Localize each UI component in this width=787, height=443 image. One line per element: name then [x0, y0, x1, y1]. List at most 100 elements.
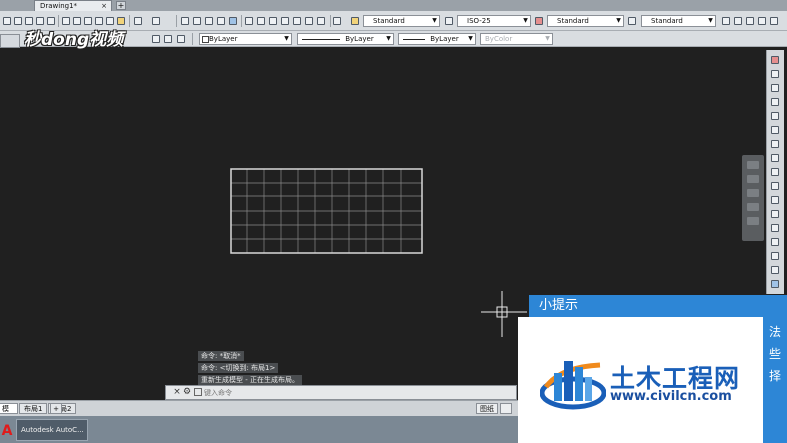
zoom-nav-icon[interactable] — [747, 189, 759, 197]
move-icon[interactable] — [771, 126, 779, 134]
chevron-down-icon: ▼ — [468, 35, 473, 42]
grid-icon[interactable] — [758, 17, 766, 25]
document-tab[interactable]: Drawing1* × — [34, 0, 112, 11]
dim-style-icon[interactable] — [445, 17, 453, 25]
tab-layout1[interactable]: 布局1 — [19, 403, 48, 414]
mirror-icon[interactable] — [771, 84, 779, 92]
dim-style-select[interactable]: ISO-25 ▼ — [457, 15, 531, 27]
layer-state-icon[interactable] — [152, 35, 160, 43]
orbit-nav-icon[interactable] — [747, 203, 759, 211]
offset-icon[interactable] — [771, 98, 779, 106]
open-icon[interactable] — [14, 17, 22, 25]
tool-palettes-icon[interactable] — [269, 17, 277, 25]
fillet-icon[interactable] — [771, 252, 779, 260]
lineweight-select[interactable]: ByLayer ▼ — [398, 33, 476, 45]
workspace-switch-button[interactable] — [0, 34, 20, 48]
close-tab-icon[interactable]: × — [101, 1, 107, 11]
design-center-icon[interactable] — [257, 17, 265, 25]
block-editor-icon[interactable] — [106, 17, 114, 25]
save-icon[interactable] — [25, 17, 33, 25]
join-icon[interactable] — [771, 224, 779, 232]
help-question-icon[interactable] — [333, 17, 341, 25]
layer-previous-icon[interactable] — [164, 35, 172, 43]
copy-icon[interactable] — [771, 70, 779, 78]
wrench-icon[interactable]: ⚙ — [182, 387, 192, 398]
showmotion-icon[interactable] — [747, 217, 759, 225]
erase-icon[interactable] — [771, 56, 779, 64]
cut-icon[interactable] — [62, 17, 70, 25]
extend-icon[interactable] — [771, 196, 779, 204]
plot-preview-icon[interactable] — [47, 17, 55, 25]
document-tab-label: Drawing1* — [40, 2, 78, 10]
zoom-icon[interactable] — [229, 17, 237, 25]
modify-toolbar — [766, 50, 784, 294]
overflow-icon[interactable] — [770, 17, 778, 25]
zoom-window-icon[interactable] — [205, 17, 213, 25]
chevron-down-icon: ▼ — [616, 17, 621, 24]
markup-icon[interactable] — [293, 17, 301, 25]
break-icon[interactable] — [771, 210, 779, 218]
table-style-select[interactable]: Standard ▼ — [547, 15, 624, 27]
steering-wheel-icon[interactable] — [747, 161, 759, 169]
layout-icon[interactable] — [746, 17, 754, 25]
undo-icon[interactable] — [134, 17, 142, 25]
table-style-icon[interactable] — [535, 17, 543, 25]
brush-icon[interactable] — [117, 17, 125, 25]
tip-side-char: 法 — [769, 325, 782, 339]
blend-icon[interactable] — [771, 266, 779, 274]
paper-space-button[interactable]: 图纸 — [476, 403, 498, 414]
scale-icon[interactable] — [771, 154, 779, 162]
array-icon[interactable] — [771, 112, 779, 120]
multileader-icon[interactable] — [628, 17, 636, 25]
viewport-icon[interactable] — [734, 17, 742, 25]
add-layout-button[interactable]: + — [50, 403, 62, 414]
text-style-select[interactable]: Standard ▼ — [363, 15, 440, 27]
text-style-icon[interactable] — [351, 17, 359, 25]
tip-side-panel: 法 些 择 — [763, 317, 787, 443]
properties-icon[interactable] — [245, 17, 253, 25]
command-input[interactable]: 键入命令 — [204, 388, 232, 398]
text-style-value: Standard — [373, 17, 405, 25]
grid-toggle-icon[interactable] — [500, 403, 512, 414]
multileader-style-select[interactable]: Standard ▼ — [641, 15, 716, 27]
chamfer-icon[interactable] — [771, 238, 779, 246]
redo-icon[interactable] — [152, 17, 160, 25]
drawn-grid-rectangle[interactable] — [230, 168, 423, 254]
taskbar-app-button[interactable]: Autodesk AutoC... — [16, 419, 88, 441]
pan-nav-icon[interactable] — [747, 175, 759, 183]
copy-clip-icon[interactable] — [73, 17, 81, 25]
linetype-value: ByLayer — [345, 35, 374, 43]
civilcn-watermark: 土木工程网 www.civilcn.com — [518, 317, 763, 443]
watermark-logo: 秒dong视频 — [24, 30, 124, 50]
plot-style-select: ByColor ▼ — [480, 33, 553, 45]
autocad-logo-icon[interactable]: A — [0, 422, 14, 440]
command-line[interactable]: × ⚙ 键入命令 — [165, 385, 517, 400]
navigation-bar — [742, 155, 764, 241]
zoom-previous-icon[interactable] — [217, 17, 225, 25]
close-icon[interactable]: × — [172, 387, 182, 398]
tip-title: 小提示 — [539, 298, 579, 313]
zoom-realtime-icon[interactable] — [193, 17, 201, 25]
tab-model[interactable]: 模型 — [0, 403, 18, 424]
layer-color-select[interactable]: ByLayer ▼ — [199, 33, 292, 45]
multileader-style-value: Standard — [651, 17, 683, 25]
linetype-select[interactable]: ByLayer ▼ — [297, 33, 394, 45]
sheet-set-icon[interactable] — [281, 17, 289, 25]
help-icon[interactable] — [317, 17, 325, 25]
match-properties-icon[interactable] — [95, 17, 103, 25]
stretch-icon[interactable] — [771, 168, 779, 176]
pan-icon[interactable] — [181, 17, 189, 25]
new-icon[interactable] — [3, 17, 11, 25]
layer-iso-icon[interactable] — [177, 35, 185, 43]
calculator-icon[interactable] — [305, 17, 313, 25]
command-prompt-icon — [194, 388, 202, 396]
tip-banner: 小提示 — [529, 295, 787, 317]
lineweight-preview — [403, 38, 425, 40]
rotate-icon[interactable] — [771, 140, 779, 148]
new-tab-button[interactable]: + — [116, 1, 126, 10]
workspace-icon[interactable] — [722, 17, 730, 25]
trim-icon[interactable] — [771, 182, 779, 190]
print-icon[interactable] — [36, 17, 44, 25]
paste-icon[interactable] — [84, 17, 92, 25]
explode-icon[interactable] — [771, 280, 779, 288]
